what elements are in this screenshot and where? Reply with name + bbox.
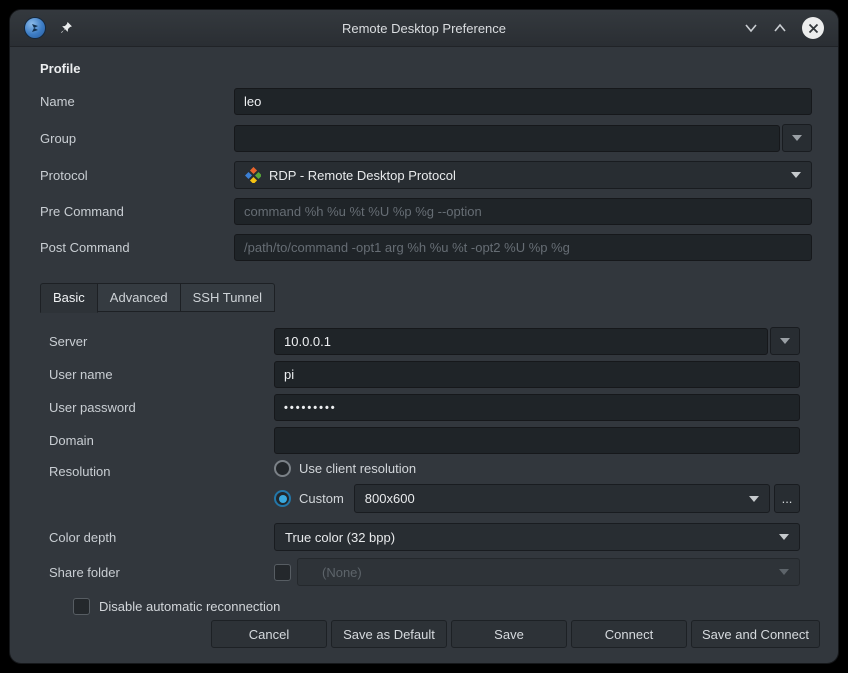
settings-tabbar: Basic Advanced SSH Tunnel: [40, 283, 275, 312]
username-row: User name: [49, 361, 800, 388]
protocol-select[interactable]: RDP - Remote Desktop Protocol: [234, 161, 812, 189]
disable-reconnect-checkbox[interactable]: [73, 598, 90, 615]
connect-button[interactable]: Connect: [571, 620, 687, 648]
share-folder-select: (None): [297, 558, 800, 586]
chevron-up-icon[interactable]: [773, 23, 787, 33]
pre-command-input[interactable]: [234, 198, 812, 225]
color-depth-select[interactable]: True color (32 bpp): [274, 523, 800, 551]
share-folder-checkbox[interactable]: [274, 564, 291, 581]
pin-icon[interactable]: [59, 21, 73, 35]
close-button[interactable]: [802, 17, 824, 39]
color-depth-row: Color depth True color (32 bpp): [49, 523, 800, 551]
protocol-value: RDP - Remote Desktop Protocol: [269, 168, 456, 183]
titlebar: Remote Desktop Preference: [10, 10, 838, 47]
caret-down-icon: [792, 135, 802, 141]
basic-tab-panel: Server User name User password Do: [40, 327, 812, 615]
name-input[interactable]: [234, 88, 812, 115]
password-input[interactable]: [274, 394, 800, 421]
group-label: Group: [40, 131, 234, 146]
username-label: User name: [49, 367, 274, 382]
name-row: Name: [40, 88, 812, 115]
remmina-app-icon: [24, 17, 46, 39]
custom-resolution-radio[interactable]: [274, 490, 291, 507]
custom-resolution-value: 800x600: [365, 491, 415, 506]
server-label: Server: [49, 334, 274, 349]
remote-desktop-preference-window: Remote Desktop Preference Profile Name: [9, 9, 839, 664]
tab-advanced[interactable]: Advanced: [98, 283, 181, 312]
tab-ssh-tunnel[interactable]: SSH Tunnel: [181, 283, 275, 312]
custom-resolution-select[interactable]: 800x600: [354, 484, 770, 513]
tab-basic[interactable]: Basic: [40, 283, 98, 313]
save-and-connect-button[interactable]: Save and Connect: [691, 620, 820, 648]
save-button[interactable]: Save: [451, 620, 567, 648]
color-depth-label: Color depth: [49, 530, 274, 545]
domain-input[interactable]: [274, 427, 800, 454]
name-label: Name: [40, 94, 234, 109]
disable-reconnect-row: Disable automatic reconnection: [49, 598, 800, 615]
password-row: User password: [49, 394, 800, 421]
disable-reconnect-label: Disable automatic reconnection: [99, 599, 280, 614]
group-dropdown-button[interactable]: [782, 124, 812, 152]
username-input[interactable]: [274, 361, 800, 388]
pre-command-row: Pre Command: [40, 198, 812, 225]
domain-row: Domain: [49, 427, 800, 454]
group-input[interactable]: [234, 125, 780, 152]
pre-command-label: Pre Command: [40, 204, 234, 219]
group-row: Group: [40, 124, 812, 152]
profile-section-heading: Profile: [40, 61, 812, 76]
password-label: User password: [49, 400, 274, 415]
window-title: Remote Desktop Preference: [10, 21, 838, 36]
caret-down-icon: [791, 172, 801, 178]
use-client-resolution-radio[interactable]: [274, 460, 291, 477]
resolution-more-button[interactable]: ...: [774, 484, 800, 513]
caret-down-icon: [749, 496, 759, 502]
action-button-row: Cancel Save as Default Save Connect Save…: [211, 620, 820, 648]
protocol-row: Protocol RDP - Remote Desktop Protocol: [40, 161, 812, 189]
server-dropdown-button[interactable]: [770, 327, 800, 355]
resolution-row: Resolution Use client resolution Custom …: [49, 460, 800, 513]
chevron-down-icon[interactable]: [744, 23, 758, 33]
save-as-default-button[interactable]: Save as Default: [331, 620, 447, 648]
custom-resolution-label: Custom: [299, 491, 344, 506]
color-depth-value: True color (32 bpp): [285, 530, 395, 545]
share-folder-label: Share folder: [49, 565, 274, 580]
caret-down-icon: [779, 569, 789, 575]
server-row: Server: [49, 327, 800, 355]
caret-down-icon: [780, 338, 790, 344]
rdp-protocol-icon: [245, 167, 261, 183]
domain-label: Domain: [49, 433, 274, 448]
share-folder-row: Share folder (None): [49, 558, 800, 586]
post-command-input[interactable]: [234, 234, 812, 261]
protocol-label: Protocol: [40, 168, 234, 183]
use-client-resolution-label: Use client resolution: [299, 461, 416, 476]
caret-down-icon: [779, 534, 789, 540]
share-folder-value: (None): [308, 565, 362, 580]
cancel-button[interactable]: Cancel: [211, 620, 327, 648]
server-input[interactable]: [274, 328, 768, 355]
post-command-label: Post Command: [40, 240, 234, 255]
resolution-label: Resolution: [49, 460, 274, 479]
post-command-row: Post Command: [40, 234, 812, 261]
